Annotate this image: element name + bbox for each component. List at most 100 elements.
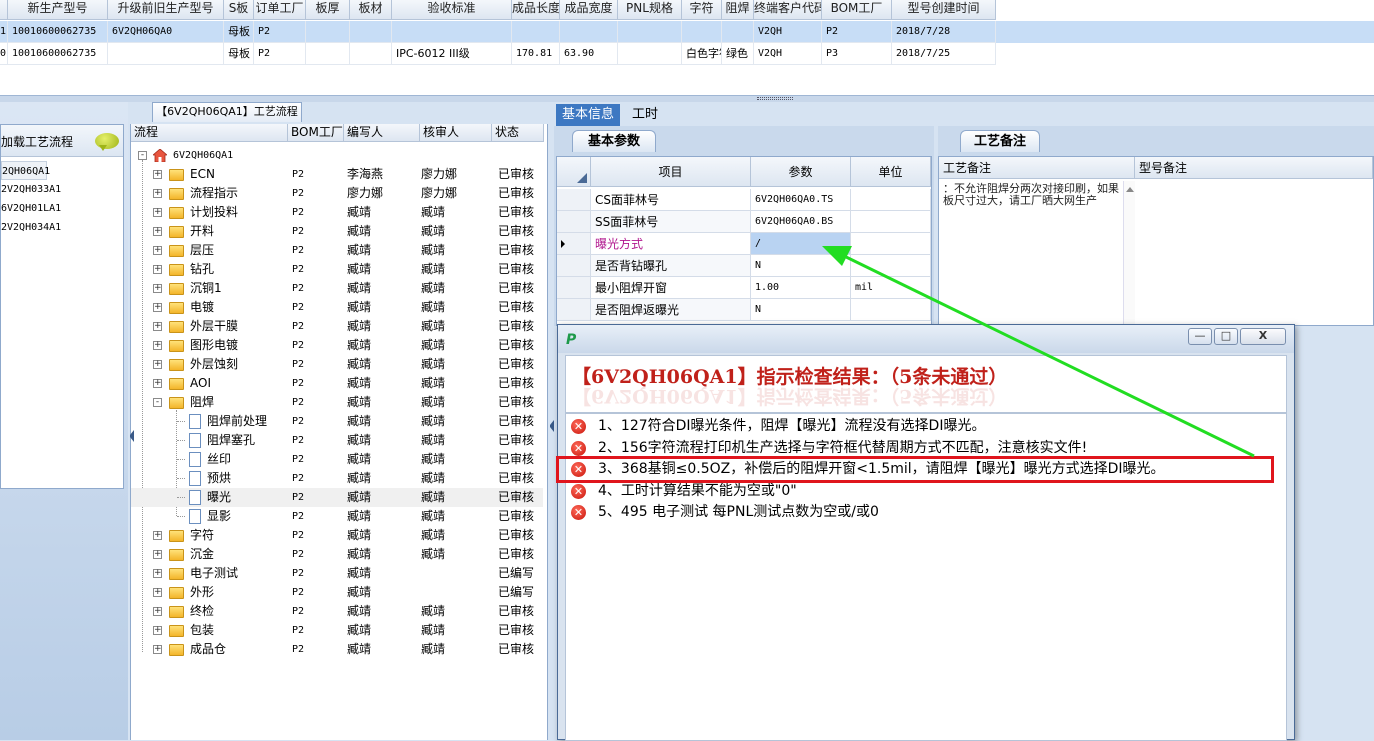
table-cell[interactable] bbox=[682, 21, 722, 43]
expand-icon[interactable]: + bbox=[153, 303, 162, 312]
column-header[interactable]: 升级前旧生产型号 bbox=[108, 0, 224, 20]
tree-row[interactable]: + 电镀 P2 臧靖 臧靖 已审核 bbox=[131, 298, 543, 317]
expand-icon[interactable]: + bbox=[153, 208, 162, 217]
row-indicator[interactable] bbox=[557, 255, 591, 277]
scroll-up-icon[interactable] bbox=[1126, 187, 1134, 192]
tree-row[interactable]: 曝光 P2 臧靖 臧靖 已审核 bbox=[131, 488, 543, 507]
table-cell[interactable]: 1 bbox=[0, 21, 8, 43]
table-cell[interactable]: 10010600062735 bbox=[8, 21, 108, 43]
param-item[interactable]: 最小阻焊开窗 bbox=[591, 277, 751, 299]
table-cell[interactable]: 10010600062735 bbox=[8, 43, 108, 65]
expand-icon[interactable]: + bbox=[153, 189, 162, 198]
table-cell[interactable]: V2QH bbox=[754, 21, 822, 43]
table-cell[interactable] bbox=[722, 21, 754, 43]
expand-icon[interactable]: + bbox=[153, 550, 162, 559]
tree-row[interactable]: + 成品仓 P2 臧靖 臧靖 已审核 bbox=[131, 640, 543, 659]
table-cell[interactable]: 母板 bbox=[224, 43, 254, 65]
expand-icon[interactable]: + bbox=[153, 626, 162, 635]
tree-row[interactable]: + 包装 P2 臧靖 臧靖 已审核 bbox=[131, 621, 543, 640]
column-header[interactable]: 型号创建时间 bbox=[892, 0, 996, 20]
row-indicator[interactable] bbox=[557, 233, 591, 255]
params-header-unit[interactable]: 单位 bbox=[851, 157, 931, 187]
message-item[interactable]: ✕ 4、工时计算结果不能为空或"0" bbox=[566, 481, 1286, 502]
expand-icon[interactable]: + bbox=[153, 341, 162, 350]
tree-column-header[interactable]: BOM工厂 bbox=[288, 124, 344, 142]
expand-icon[interactable]: + bbox=[153, 645, 162, 654]
column-header[interactable]: S板 bbox=[224, 0, 254, 20]
table-cell[interactable] bbox=[392, 21, 512, 43]
tree-row[interactable]: + 开料 P2 臧靖 臧靖 已审核 bbox=[131, 222, 543, 241]
table-cell[interactable] bbox=[350, 21, 392, 43]
table-cell[interactable] bbox=[306, 43, 350, 65]
column-header[interactable]: 阻焊 bbox=[722, 0, 754, 20]
tab-basic-params[interactable]: 基本参数 bbox=[572, 130, 656, 152]
expand-icon[interactable]: + bbox=[153, 246, 162, 255]
tree-root-expander[interactable]: - bbox=[138, 151, 147, 160]
tree-row[interactable]: + ECN P2 李海燕 廖力娜 已审核 bbox=[131, 165, 543, 184]
tree-row[interactable]: 丝印 P2 臧靖 臧靖 已审核 bbox=[131, 450, 543, 469]
param-item[interactable]: 是否背钻曝孔 bbox=[591, 255, 751, 277]
table-cell[interactable]: P2 bbox=[254, 43, 306, 65]
tree-row[interactable]: 阻焊塞孔 P2 臧靖 臧靖 已审核 bbox=[131, 431, 543, 450]
collapse-icon[interactable]: - bbox=[153, 398, 162, 407]
tree-row[interactable]: + 外层干膜 P2 臧靖 臧靖 已审核 bbox=[131, 317, 543, 336]
table-cell[interactable] bbox=[618, 21, 682, 43]
row-indicator[interactable] bbox=[557, 189, 591, 211]
expand-icon[interactable]: + bbox=[153, 284, 162, 293]
process-note-text[interactable]: ：不允许阻焊分两次对接印刷，如果板尺寸过大，请工厂晒大网生产 bbox=[943, 183, 1121, 207]
tree-row[interactable]: + 沉铜1 P2 臧靖 臧靖 已审核 bbox=[131, 279, 543, 298]
tree-row[interactable]: 阻焊前处理 P2 臧靖 臧靖 已审核 bbox=[131, 412, 543, 431]
notes-header-model[interactable]: 型号备注 bbox=[1135, 157, 1373, 179]
tree-row[interactable]: + 计划投料 P2 臧靖 臧靖 已审核 bbox=[131, 203, 543, 222]
table-cell[interactable]: 2018/7/28 bbox=[892, 21, 996, 43]
tab-basic-info[interactable]: 基本信息 bbox=[556, 104, 621, 126]
column-header[interactable]: 字符 bbox=[682, 0, 722, 20]
expand-icon[interactable]: + bbox=[153, 379, 162, 388]
param-unit[interactable] bbox=[851, 189, 931, 211]
tree-row[interactable]: + 终检 P2 臧靖 臧靖 已审核 bbox=[131, 602, 543, 621]
row-indicator[interactable] bbox=[557, 299, 591, 321]
row-indicator[interactable] bbox=[557, 211, 591, 233]
table-cell[interactable] bbox=[618, 43, 682, 65]
param-item[interactable]: SS面菲林号 bbox=[591, 211, 751, 233]
tree-row[interactable]: + 电子测试 P2 臧靖 已编写 bbox=[131, 564, 543, 583]
params-header-item[interactable]: 项目 bbox=[591, 157, 751, 187]
column-header[interactable]: 订单工厂 bbox=[254, 0, 306, 20]
table-cell[interactable] bbox=[306, 21, 350, 43]
expand-icon[interactable]: + bbox=[153, 531, 162, 540]
collapse-left-arrow[interactable] bbox=[126, 430, 134, 442]
expand-icon[interactable]: + bbox=[153, 227, 162, 236]
table-cell[interactable] bbox=[108, 43, 224, 65]
tree-row[interactable]: + AOI P2 臧靖 臧靖 已审核 bbox=[131, 374, 543, 393]
column-header[interactable]: 新生产型号 bbox=[8, 0, 108, 20]
table-cell[interactable]: 63.90 bbox=[560, 43, 618, 65]
table-cell[interactable]: P3 bbox=[822, 43, 892, 65]
param-item[interactable]: 曝光方式 bbox=[591, 233, 751, 255]
expand-icon[interactable]: + bbox=[153, 360, 162, 369]
table-cell[interactable]: IPC-6012 III级 bbox=[392, 43, 512, 65]
column-header[interactable]: 成品长度 bbox=[512, 0, 560, 20]
expand-icon[interactable]: + bbox=[153, 569, 162, 578]
tree-row[interactable]: + 图形电镀 P2 臧靖 臧靖 已审核 bbox=[131, 336, 543, 355]
load-flow-header[interactable]: 加载工艺流程 bbox=[1, 125, 123, 157]
column-header[interactable]: 终端客户代码 bbox=[754, 0, 822, 20]
list-item[interactable]: 2V2QH034A1 bbox=[1, 218, 61, 237]
table-cell[interactable] bbox=[560, 21, 618, 43]
params-header-value[interactable]: 参数 bbox=[751, 157, 851, 187]
param-item[interactable]: CS面菲林号 bbox=[591, 189, 751, 211]
expand-icon[interactable]: + bbox=[153, 170, 162, 179]
tree-row[interactable]: + 流程指示 P2 廖力娜 廖力娜 已审核 bbox=[131, 184, 543, 203]
tree-row[interactable]: 显影 P2 臧靖 臧靖 已审核 bbox=[131, 507, 543, 526]
table-cell[interactable]: 6V2QH06QA0 bbox=[108, 21, 224, 43]
tree-column-header[interactable]: 状态 bbox=[492, 124, 544, 142]
tree-row[interactable]: 预烘 P2 臧靖 臧靖 已审核 bbox=[131, 469, 543, 488]
notes-header-process[interactable]: 工艺备注 bbox=[939, 157, 1135, 179]
expand-icon[interactable]: + bbox=[153, 265, 162, 274]
table-cell[interactable]: 2018/7/25 bbox=[892, 43, 996, 65]
list-item[interactable]: 2QH06QA1 bbox=[1, 161, 50, 180]
table-cell[interactable]: P2 bbox=[822, 21, 892, 43]
table-cell[interactable]: 170.81 bbox=[512, 43, 560, 65]
param-value[interactable]: 6V2QH06QA0.TS bbox=[751, 189, 851, 211]
table-cell[interactable]: 0 bbox=[0, 43, 8, 65]
table-cell[interactable] bbox=[350, 43, 392, 65]
